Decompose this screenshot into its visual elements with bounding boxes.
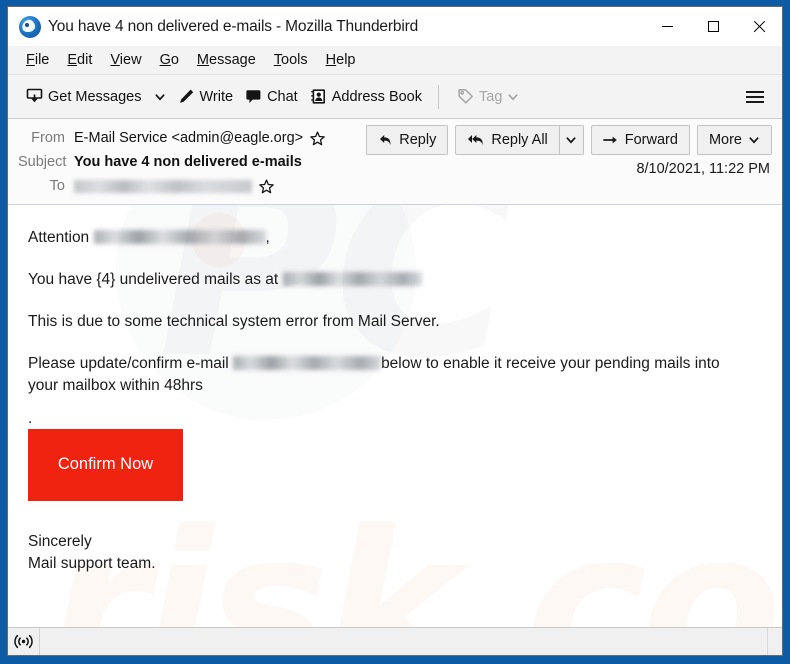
menu-file[interactable]: File: [17, 49, 58, 71]
speech-bubble-icon: [246, 90, 261, 103]
menu-go[interactable]: Go: [151, 49, 188, 71]
chevron-down-icon: [508, 93, 518, 100]
body-line-2: You have {4} undelivered mails as at: [28, 269, 728, 291]
toolbar-separator: [438, 84, 439, 109]
subject-label: Subject: [18, 154, 67, 170]
star-outline-icon[interactable]: [259, 178, 274, 194]
redacted-email-3: [233, 356, 382, 370]
body-line-4: Please update/confirm e-mail below to en…: [28, 353, 728, 397]
window-controls: [644, 7, 782, 46]
reply-all-label: Reply All: [491, 132, 548, 148]
line2-prefix: You have {4} undelivered mails as at: [28, 271, 279, 288]
redacted-email-1: [93, 230, 266, 244]
menu-bar: File Edit View Go Message Tools Help: [8, 46, 782, 75]
resize-grip[interactable]: [768, 628, 782, 656]
message-date: 8/10/2021, 11:22 PM: [636, 161, 770, 177]
to-label: To: [49, 178, 65, 194]
more-label: More: [708, 132, 742, 148]
app-menu-button[interactable]: [738, 85, 772, 109]
message-body: PC risk.com Attention , You have {4} und…: [8, 205, 782, 627]
to-value-redacted[interactable]: [74, 179, 252, 193]
reply-all-split-button: Reply All: [455, 125, 584, 155]
from-value-wrap: E-Mail Service <admin@eagle.org>: [74, 130, 325, 146]
window-title: You have 4 non delivered e-mails - Mozil…: [48, 17, 419, 35]
menu-edit[interactable]: Edit: [58, 49, 101, 71]
redacted-email-2: [282, 272, 422, 286]
subject-value: You have 4 non delivered e-mails: [74, 154, 302, 170]
close-icon: [753, 20, 766, 33]
hamburger-icon: [746, 90, 764, 93]
signoff-line-2: Mail support team.: [28, 554, 156, 572]
line4-prefix: Please update/confirm e-mail: [28, 355, 229, 372]
reply-all-button[interactable]: Reply All: [455, 125, 559, 155]
forward-button[interactable]: Forward: [590, 125, 690, 155]
minimize-button[interactable]: [644, 7, 690, 46]
greeting-prefix: Attention: [28, 229, 90, 246]
reply-all-dropdown[interactable]: [558, 125, 584, 155]
body-signoff: Sincerely Mail support team.: [28, 531, 762, 576]
address-book-icon: [310, 89, 325, 104]
main-toolbar: Get Messages Write Chat Address Book Tag: [8, 75, 782, 119]
thunderbird-logo-icon: [19, 15, 41, 38]
menu-help[interactable]: Help: [317, 49, 365, 71]
confirm-now-button[interactable]: Confirm Now: [28, 428, 183, 501]
tag-button[interactable]: Tag: [451, 84, 525, 109]
greeting-suffix: ,: [265, 229, 270, 246]
chat-button[interactable]: Chat: [239, 84, 304, 109]
maximize-icon: [707, 21, 719, 32]
get-messages-button[interactable]: Get Messages: [20, 84, 148, 109]
status-text: [40, 627, 768, 655]
tag-label: Tag: [479, 88, 503, 105]
from-label: From: [31, 130, 65, 146]
signoff-line-1: Sincerely: [28, 532, 92, 550]
chevron-down-icon: [749, 137, 759, 144]
inbox-download-icon: [26, 88, 43, 103]
write-label: Write: [199, 88, 234, 105]
thunderbird-window: You have 4 non delivered e-mails - Mozil…: [7, 6, 783, 656]
more-button[interactable]: More: [696, 125, 772, 155]
menu-view[interactable]: View: [101, 49, 150, 71]
get-messages-dropdown[interactable]: [148, 87, 172, 107]
address-book-button[interactable]: Address Book: [304, 84, 428, 109]
message-header: Reply Reply All Forward More From E-Mail…: [8, 119, 782, 205]
chat-label: Chat: [267, 88, 298, 105]
menu-message[interactable]: Message: [188, 49, 265, 71]
tag-icon: [458, 89, 473, 104]
pencil-icon: [179, 89, 193, 103]
reply-all-arrow-icon: [468, 135, 484, 145]
forward-label: Forward: [624, 132, 678, 148]
status-bar: [8, 627, 782, 655]
chevron-down-icon: [566, 137, 576, 144]
address-book-label: Address Book: [331, 88, 422, 105]
window-frame: You have 4 non delivered e-mails - Mozil…: [0, 0, 790, 664]
menu-tools[interactable]: Tools: [265, 49, 317, 71]
star-outline-icon[interactable]: [310, 130, 325, 146]
reply-button[interactable]: Reply: [366, 125, 449, 155]
body-content: Attention , You have {4} undelivered mai…: [28, 227, 762, 575]
connection-status-cell[interactable]: [8, 627, 40, 655]
title-bar: You have 4 non delivered e-mails - Mozil…: [8, 7, 782, 46]
broadcast-signal-icon: [14, 634, 33, 649]
close-button[interactable]: [736, 7, 782, 46]
body-greeting: Attention ,: [28, 227, 728, 249]
message-action-buttons: Reply Reply All Forward More: [366, 125, 772, 155]
minimize-icon: [661, 26, 673, 27]
forward-arrow-icon: [602, 136, 617, 144]
maximize-button[interactable]: [690, 7, 736, 46]
to-value-wrap: [74, 178, 274, 194]
body-dot: .: [28, 410, 33, 427]
get-messages-label: Get Messages: [48, 88, 142, 105]
reply-label: Reply: [399, 132, 437, 148]
chevron-down-icon: [154, 93, 165, 100]
header-row-to: To: [18, 174, 772, 198]
from-value[interactable]: E-Mail Service <admin@eagle.org>: [74, 130, 303, 146]
write-button[interactable]: Write: [172, 84, 240, 109]
body-line-3: This is due to some technical system err…: [28, 313, 440, 330]
reply-arrow-icon: [380, 135, 391, 145]
